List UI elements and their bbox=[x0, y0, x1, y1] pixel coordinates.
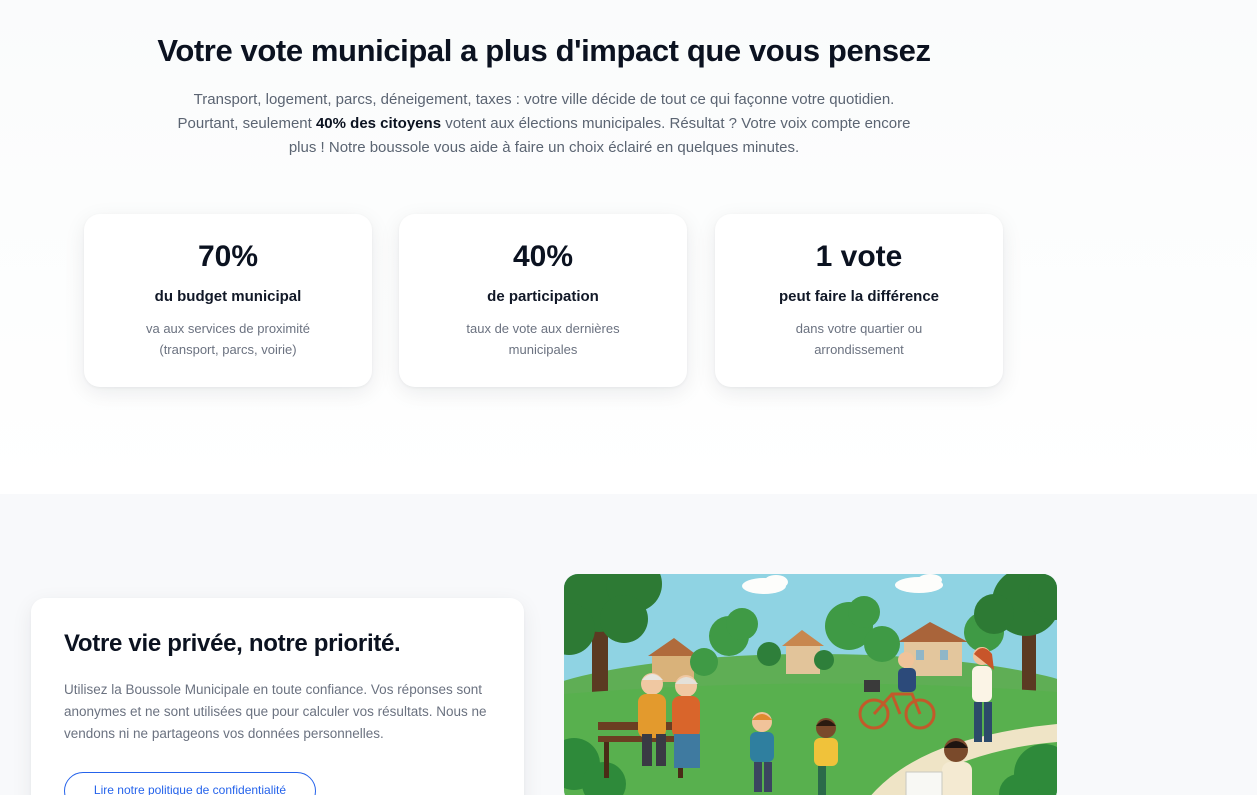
hero-description: Transport, logement, parcs, déneigement,… bbox=[166, 88, 922, 160]
privacy-text: Utilisez la Boussole Municipale en toute… bbox=[64, 682, 487, 741]
community-park-illustration bbox=[564, 574, 1057, 795]
privacy-title: Votre vie privée, notre priorité. bbox=[64, 630, 401, 657]
stat-title: peut faire la différence bbox=[778, 288, 940, 305]
stat-title: de participation bbox=[487, 288, 599, 305]
stat-value: 1 vote bbox=[815, 240, 903, 273]
stat-title: du budget municipal bbox=[154, 288, 302, 305]
hero-title: Votre vote municipal a plus d'impact que… bbox=[157, 33, 931, 68]
stat-value: 40% bbox=[512, 240, 574, 273]
privacy-card: Votre vie privée, notre priorité. Utilis… bbox=[31, 598, 524, 795]
stat-value: 70% bbox=[197, 240, 259, 273]
hero-section: Votre vote municipal a plus d'impact que… bbox=[0, 0, 1257, 494]
stat-card-budget: 70% du budget municipal va aux services … bbox=[84, 214, 372, 387]
stat-card-one-vote: 1 vote peut faire la différence dans vot… bbox=[715, 214, 1003, 387]
privacy-policy-button[interactable]: Lire notre politique de confidentialité bbox=[64, 772, 316, 795]
stat-description: taux de vote aux dernières municipales bbox=[466, 321, 620, 357]
stat-card-participation: 40% de participation taux de vote aux de… bbox=[399, 214, 687, 387]
hero-text-highlight: 40% des citoyens bbox=[315, 115, 442, 132]
stat-description: va aux services de proximité (transport,… bbox=[145, 321, 310, 357]
stat-description: dans votre quartier ou arrondissement bbox=[795, 321, 923, 357]
